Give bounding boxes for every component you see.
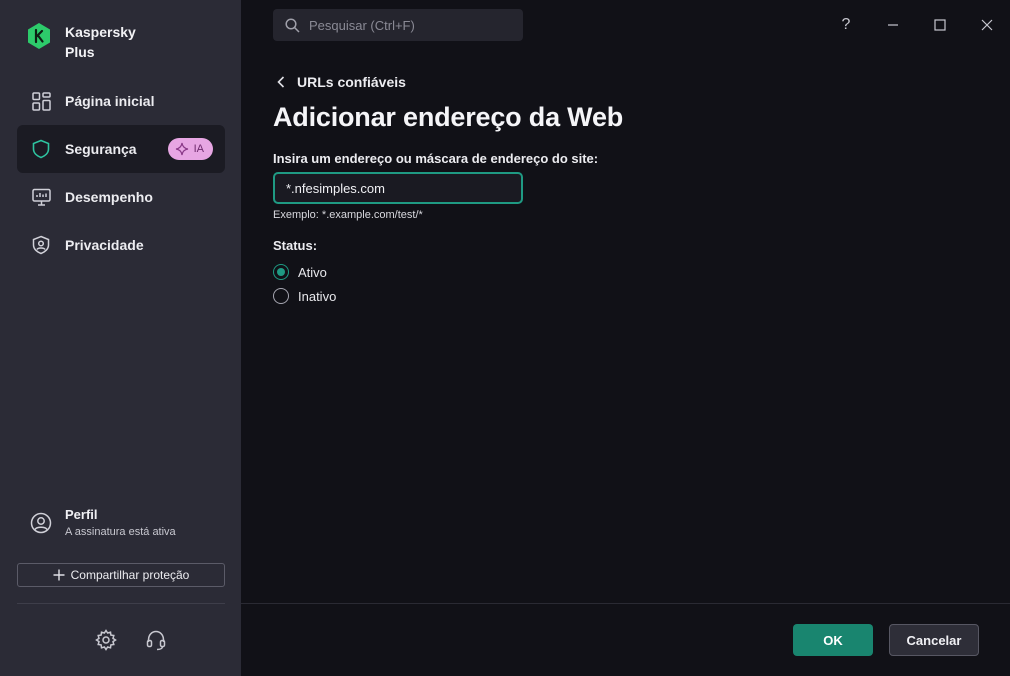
page-title: Adicionar endereço da Web [273, 102, 624, 132]
brand: Kaspersky Plus [26, 22, 155, 62]
sparkle-icon [175, 142, 188, 156]
main-panel: ? URLs confiáveis Adicionar endereço da … [241, 0, 1010, 676]
ai-badge: IA [167, 138, 213, 160]
url-field-label: Insira um endereço ou máscara de endereç… [273, 151, 599, 166]
headset-support-icon[interactable] [145, 629, 167, 651]
search-icon [285, 17, 300, 33]
maximize-icon[interactable] [929, 14, 951, 36]
ai-badge-label: IA [193, 143, 204, 155]
status-active-option[interactable]: Ativo [273, 264, 327, 280]
app-name: Kaspersky Plus [65, 24, 136, 60]
minimize-icon[interactable] [882, 14, 904, 36]
status-label: Status: [273, 238, 318, 253]
sidebar: Kaspersky Plus Página inicial Segurança [0, 0, 241, 676]
radio-inactive[interactable] [273, 288, 289, 304]
user-icon [30, 512, 52, 534]
status-inactive-option[interactable]: Inativo [273, 288, 336, 304]
share-protection-label: Compartilhar proteção [70, 568, 190, 582]
help-glyph: ? [841, 16, 851, 33]
subscription-status: A assinatura está ativa [65, 526, 176, 538]
kaspersky-logo-icon [26, 22, 52, 50]
url-input[interactable] [273, 172, 523, 204]
radio-label: Ativo [298, 264, 327, 280]
footer-divider [241, 603, 1010, 604]
sidebar-item-security[interactable]: Segurança IA [17, 125, 225, 173]
url-example-hint: Exemplo: *.example.com/test/* [273, 209, 423, 221]
share-protection-button[interactable]: Compartilhar proteção [17, 563, 225, 587]
chevron-left-icon [277, 76, 285, 88]
sidebar-item-label: Privacidade [65, 237, 144, 253]
back-link-label: URLs confiáveis [297, 74, 406, 90]
sidebar-bottom-icons [95, 629, 167, 651]
help-icon[interactable]: ? [835, 14, 857, 36]
sidebar-item-label: Segurança [65, 141, 137, 157]
profile-section[interactable]: Perfil A assinatura está ativa [30, 507, 176, 541]
plus-icon [53, 569, 65, 581]
sidebar-nav: Página inicial Segurança IA Desempenho P… [17, 77, 225, 269]
close-icon[interactable] [976, 14, 998, 36]
dashboard-icon [31, 91, 51, 111]
gear-icon[interactable] [95, 629, 117, 651]
sidebar-item-home[interactable]: Página inicial [17, 77, 225, 125]
radio-label: Inativo [298, 288, 337, 304]
search-input[interactable] [309, 17, 509, 33]
privacy-shield-icon [31, 235, 51, 255]
window-controls: ? [835, 14, 998, 36]
radio-active[interactable] [273, 264, 289, 280]
profile-title: Perfil [65, 507, 98, 522]
back-link[interactable]: URLs confiáveis [277, 74, 406, 90]
search-box[interactable] [273, 9, 523, 41]
sidebar-item-label: Página inicial [65, 93, 155, 109]
sidebar-item-performance[interactable]: Desempenho [17, 173, 225, 221]
sidebar-item-privacy[interactable]: Privacidade [17, 221, 225, 269]
sidebar-item-label: Desempenho [65, 189, 153, 205]
monitor-icon [31, 187, 51, 207]
cancel-button[interactable]: Cancelar [889, 624, 979, 656]
ok-button[interactable]: OK [793, 624, 873, 656]
divider [17, 603, 225, 604]
shield-icon [31, 139, 51, 159]
